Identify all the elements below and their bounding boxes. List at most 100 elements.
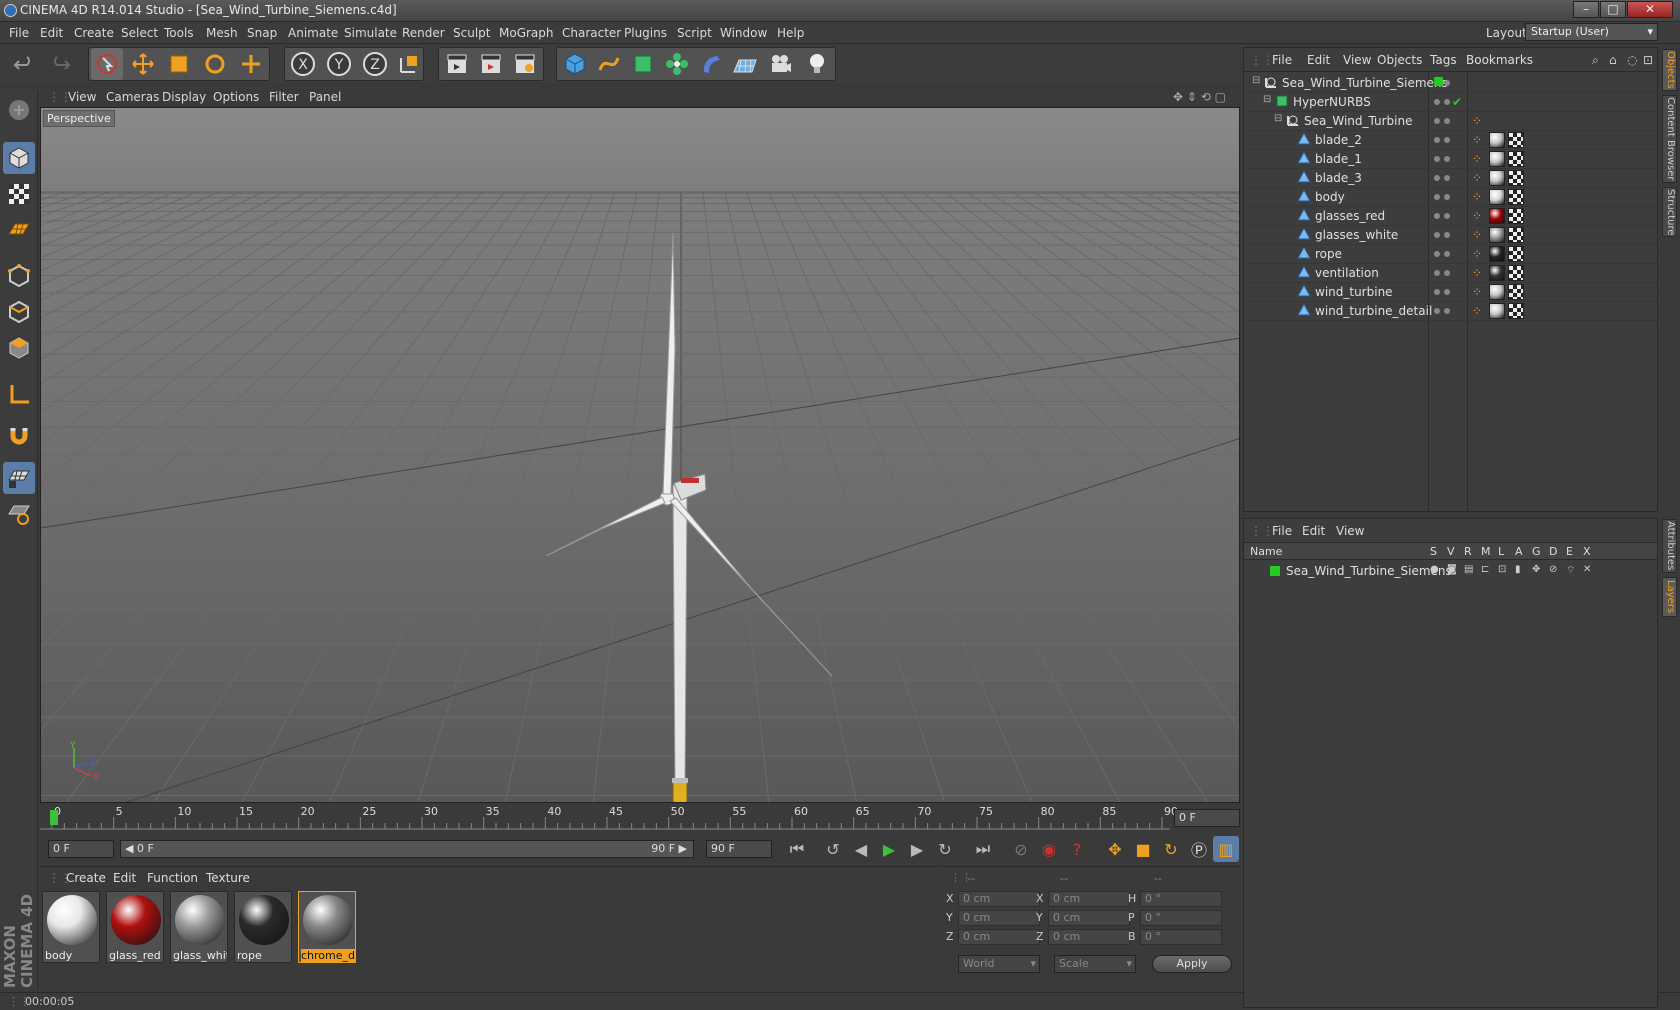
visibility-dot[interactable] bbox=[1444, 156, 1450, 162]
coord-value-field[interactable]: 0 ° bbox=[1140, 891, 1222, 907]
play-button[interactable]: ▶ bbox=[876, 836, 902, 862]
undo-button[interactable] bbox=[8, 48, 40, 80]
object-row[interactable]: blade_1 ⁘ bbox=[1244, 149, 1657, 169]
coord-value-field[interactable]: 0 ° bbox=[1140, 929, 1222, 945]
menu-render[interactable]: Render bbox=[402, 26, 445, 40]
key-scale-button[interactable]: ■ bbox=[1130, 836, 1156, 862]
menu-mograph[interactable]: MoGraph bbox=[499, 26, 554, 40]
uvw-tag-icon[interactable] bbox=[1508, 132, 1524, 148]
menu-plugins[interactable]: Plugins bbox=[624, 26, 667, 40]
phong-tag-icon[interactable]: ⁘ bbox=[1472, 247, 1482, 261]
menu-file[interactable]: File bbox=[9, 26, 29, 40]
expand-toggle-icon[interactable]: ⊟ bbox=[1263, 94, 1271, 105]
layer-column-a[interactable]: A bbox=[1515, 545, 1523, 558]
animation-icon[interactable]: ▮ bbox=[1515, 564, 1521, 575]
visibility-dot[interactable] bbox=[1434, 213, 1440, 219]
object-row[interactable]: rope ⁘ bbox=[1244, 244, 1657, 264]
autokeying-button[interactable]: ◉ bbox=[1036, 836, 1062, 862]
object-row[interactable]: body ⁘ bbox=[1244, 187, 1657, 207]
visibility-dot[interactable] bbox=[1444, 308, 1450, 314]
layer-column-name[interactable]: Name bbox=[1250, 545, 1282, 558]
material-tag-icon[interactable] bbox=[1489, 208, 1505, 224]
uvw-tag-icon[interactable] bbox=[1508, 303, 1524, 319]
add-array-button[interactable] bbox=[661, 48, 693, 80]
visibility-dot[interactable] bbox=[1444, 118, 1450, 124]
key-parameter-button[interactable]: Ⓟ bbox=[1186, 836, 1212, 862]
viewport-menu-view[interactable]: View bbox=[68, 90, 96, 104]
visibility-dot[interactable] bbox=[1434, 251, 1440, 257]
generators-icon[interactable]: ✥ bbox=[1532, 564, 1540, 575]
menu-animate[interactable]: Animate bbox=[288, 26, 338, 40]
enabled-check-icon[interactable]: ✔ bbox=[1452, 95, 1462, 109]
expand-toggle-icon[interactable]: ⊟ bbox=[1274, 113, 1282, 124]
object-row[interactable]: wind_turbine_detail ⁘ bbox=[1244, 301, 1657, 321]
workplane-lock-button[interactable] bbox=[3, 462, 35, 494]
visibility-dot[interactable] bbox=[1444, 99, 1450, 105]
texture-mode-button[interactable] bbox=[3, 178, 35, 210]
add-cube-button[interactable] bbox=[559, 48, 591, 80]
add-spline-button[interactable] bbox=[593, 48, 625, 80]
go-to-end-button[interactable]: ⏭ bbox=[970, 836, 996, 862]
visibility-dot[interactable] bbox=[1444, 270, 1450, 276]
tab-content-browser[interactable]: Content Browser bbox=[1662, 95, 1677, 183]
layer-column-r[interactable]: R bbox=[1464, 545, 1472, 558]
coord-value-field[interactable]: 0 ° bbox=[1140, 910, 1222, 926]
objects-menu-file[interactable]: File bbox=[1272, 53, 1292, 67]
visibility-dot[interactable] bbox=[1434, 77, 1443, 86]
eye-icon[interactable]: ◌ bbox=[1627, 53, 1637, 67]
menu-snap[interactable]: Snap bbox=[247, 26, 277, 40]
coord-value-field[interactable]: 0 cm bbox=[958, 929, 1040, 945]
material-menu-create[interactable]: Create bbox=[66, 871, 106, 885]
tab-attributes[interactable]: Attributes bbox=[1662, 519, 1677, 573]
material-tag-icon[interactable] bbox=[1489, 284, 1505, 300]
visibility-dot[interactable] bbox=[1434, 156, 1440, 162]
menu-character[interactable]: Character bbox=[562, 26, 621, 40]
polygons-mode-button[interactable] bbox=[3, 332, 35, 364]
phong-tag-icon[interactable]: ⁘ bbox=[1472, 266, 1482, 280]
z-axis-button[interactable]: Z bbox=[359, 48, 391, 80]
material-swatch[interactable]: body bbox=[42, 891, 100, 963]
visibility-dot[interactable] bbox=[1434, 232, 1440, 238]
start-frame-field[interactable]: 0 F bbox=[48, 840, 114, 858]
record-keys-button[interactable]: ⊘ bbox=[1008, 836, 1034, 862]
perspective-viewport[interactable]: Y Z X Perspective bbox=[40, 107, 1240, 803]
render-settings-button[interactable] bbox=[509, 48, 541, 80]
phong-tag-icon[interactable]: ⁘ bbox=[1472, 114, 1482, 128]
visibility-dot[interactable] bbox=[1444, 137, 1450, 143]
menu-select[interactable]: Select bbox=[121, 26, 158, 40]
object-row[interactable]: ⊟ Sea_Wind_Turbine ⁘ bbox=[1244, 111, 1657, 131]
go-to-previous-key-button[interactable]: ↺ bbox=[820, 836, 846, 862]
phong-tag-icon[interactable]: ⁘ bbox=[1472, 228, 1482, 242]
menu-simulate[interactable]: Simulate bbox=[344, 26, 397, 40]
new-window-icon[interactable]: ⊡ bbox=[1643, 53, 1653, 67]
world-dropdown[interactable]: World ▾ bbox=[958, 955, 1040, 973]
material-menu-function[interactable]: Function bbox=[147, 871, 198, 885]
home-icon[interactable]: ⌂ bbox=[1609, 53, 1617, 67]
layer-column-x[interactable]: X bbox=[1583, 545, 1591, 558]
search-icon[interactable]: ⌕ bbox=[1592, 53, 1599, 68]
objects-menu-tags[interactable]: Tags bbox=[1430, 53, 1457, 67]
visibility-dot[interactable] bbox=[1434, 308, 1440, 314]
menu-create[interactable]: Create bbox=[74, 26, 114, 40]
coord-value-field[interactable]: 0 cm bbox=[1048, 891, 1130, 907]
object-row[interactable]: ventilation ⁘ bbox=[1244, 263, 1657, 283]
snap-button[interactable] bbox=[3, 420, 35, 452]
material-tag-icon[interactable] bbox=[1489, 227, 1505, 243]
go-to-next-frame-button[interactable]: ▶ bbox=[904, 836, 930, 862]
tab-structure[interactable]: Structure bbox=[1662, 187, 1677, 237]
visibility-dot[interactable] bbox=[1444, 251, 1450, 257]
edges-mode-button[interactable] bbox=[3, 296, 35, 328]
add-object-button[interactable] bbox=[235, 48, 267, 80]
uvw-tag-icon[interactable] bbox=[1508, 208, 1524, 224]
axis-mode-button[interactable] bbox=[3, 378, 35, 410]
viewport-menu-filter[interactable]: Filter bbox=[269, 90, 299, 104]
layer-column-v[interactable]: V bbox=[1447, 545, 1455, 558]
layer-row[interactable]: Sea_Wind_Turbine_Siemens ● ◙ ▤ ⊏ ⊡ ▮ ✥ ⊘ ⌔ ✕ bbox=[1244, 561, 1657, 580]
rotate-tool-button[interactable] bbox=[199, 48, 231, 80]
current-frame-field[interactable]: 0 F bbox=[1174, 809, 1240, 827]
uvw-tag-icon[interactable] bbox=[1508, 170, 1524, 186]
material-menu-edit[interactable]: Edit bbox=[113, 871, 136, 885]
visibility-dot[interactable] bbox=[1444, 213, 1450, 219]
workplane-mode-button[interactable] bbox=[3, 214, 35, 246]
layers-menu-view[interactable]: View bbox=[1336, 524, 1364, 538]
